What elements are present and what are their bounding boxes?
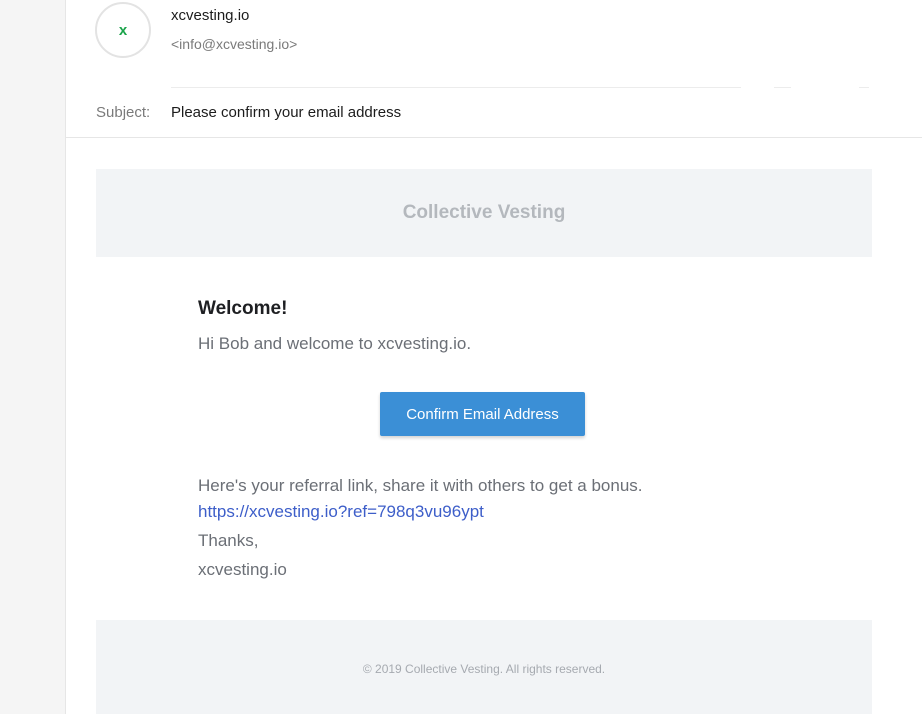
footer-banner: © 2019 Collective Vesting. All rights re… bbox=[96, 620, 872, 714]
welcome-heading: Welcome! bbox=[198, 298, 288, 319]
sender-name: xcvesting.io bbox=[171, 7, 250, 24]
signoff-text: xcvesting.io bbox=[198, 560, 287, 579]
left-rail bbox=[0, 0, 66, 714]
thanks-text: Thanks, bbox=[198, 531, 259, 550]
sender-email: <info@xcvesting.io> bbox=[171, 36, 298, 52]
header-divider bbox=[859, 87, 869, 88]
header-divider bbox=[171, 87, 741, 88]
confirm-email-button[interactable]: Confirm Email Address bbox=[380, 392, 585, 436]
intro-text: Hi Bob and welcome to xcvesting.io. bbox=[198, 334, 472, 353]
header-divider bbox=[774, 87, 791, 88]
sender-avatar: x bbox=[95, 2, 151, 58]
subject-row: Subject: Please confirm your email addre… bbox=[66, 96, 922, 138]
brand-banner: Collective Vesting bbox=[96, 169, 872, 257]
referral-link[interactable]: https://xcvesting.io?ref=798q3vu96ypt bbox=[198, 502, 484, 522]
referral-text: Here's your referral link, share it with… bbox=[198, 476, 643, 495]
subject-label: Subject: bbox=[96, 104, 151, 121]
avatar-letter: x bbox=[118, 21, 128, 39]
footer-copyright: © 2019 Collective Vesting. All rights re… bbox=[362, 662, 606, 676]
brand-title: Collective Vesting bbox=[402, 202, 566, 223]
email-pane: x xcvesting.io <info@xcvesting.io> Subje… bbox=[66, 0, 922, 714]
subject-value: Please confirm your email address bbox=[171, 104, 402, 121]
